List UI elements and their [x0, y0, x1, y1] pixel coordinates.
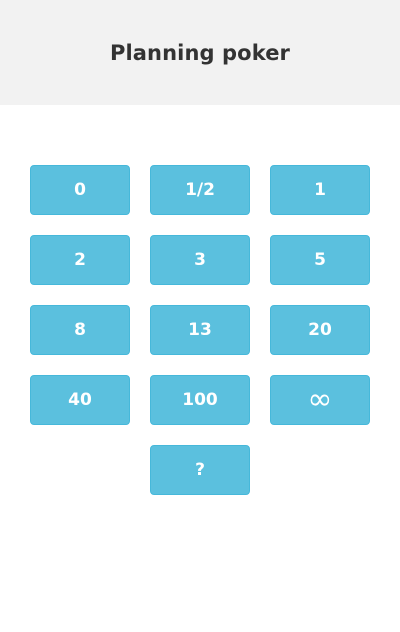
card-button-infinity[interactable]: ∞ [270, 375, 370, 425]
card-button-13[interactable]: 13 [150, 305, 250, 355]
card-button-2[interactable]: 2 [30, 235, 130, 285]
card-button-5[interactable]: 5 [270, 235, 370, 285]
planning-poker-app: Planning poker 0 1/2 1 2 3 5 8 13 20 40 … [0, 0, 400, 632]
card-button-half[interactable]: 1/2 [150, 165, 250, 215]
card-button-40[interactable]: 40 [30, 375, 130, 425]
card-button-question[interactable]: ? [150, 445, 250, 495]
card-button-8[interactable]: 8 [30, 305, 130, 355]
card-button-0[interactable]: 0 [30, 165, 130, 215]
header-bar: Planning poker [0, 0, 400, 105]
card-button-1[interactable]: 1 [270, 165, 370, 215]
card-button-3[interactable]: 3 [150, 235, 250, 285]
card-button-20[interactable]: 20 [270, 305, 370, 355]
card-button-100[interactable]: 100 [150, 375, 250, 425]
page-title: Planning poker [109, 40, 290, 65]
